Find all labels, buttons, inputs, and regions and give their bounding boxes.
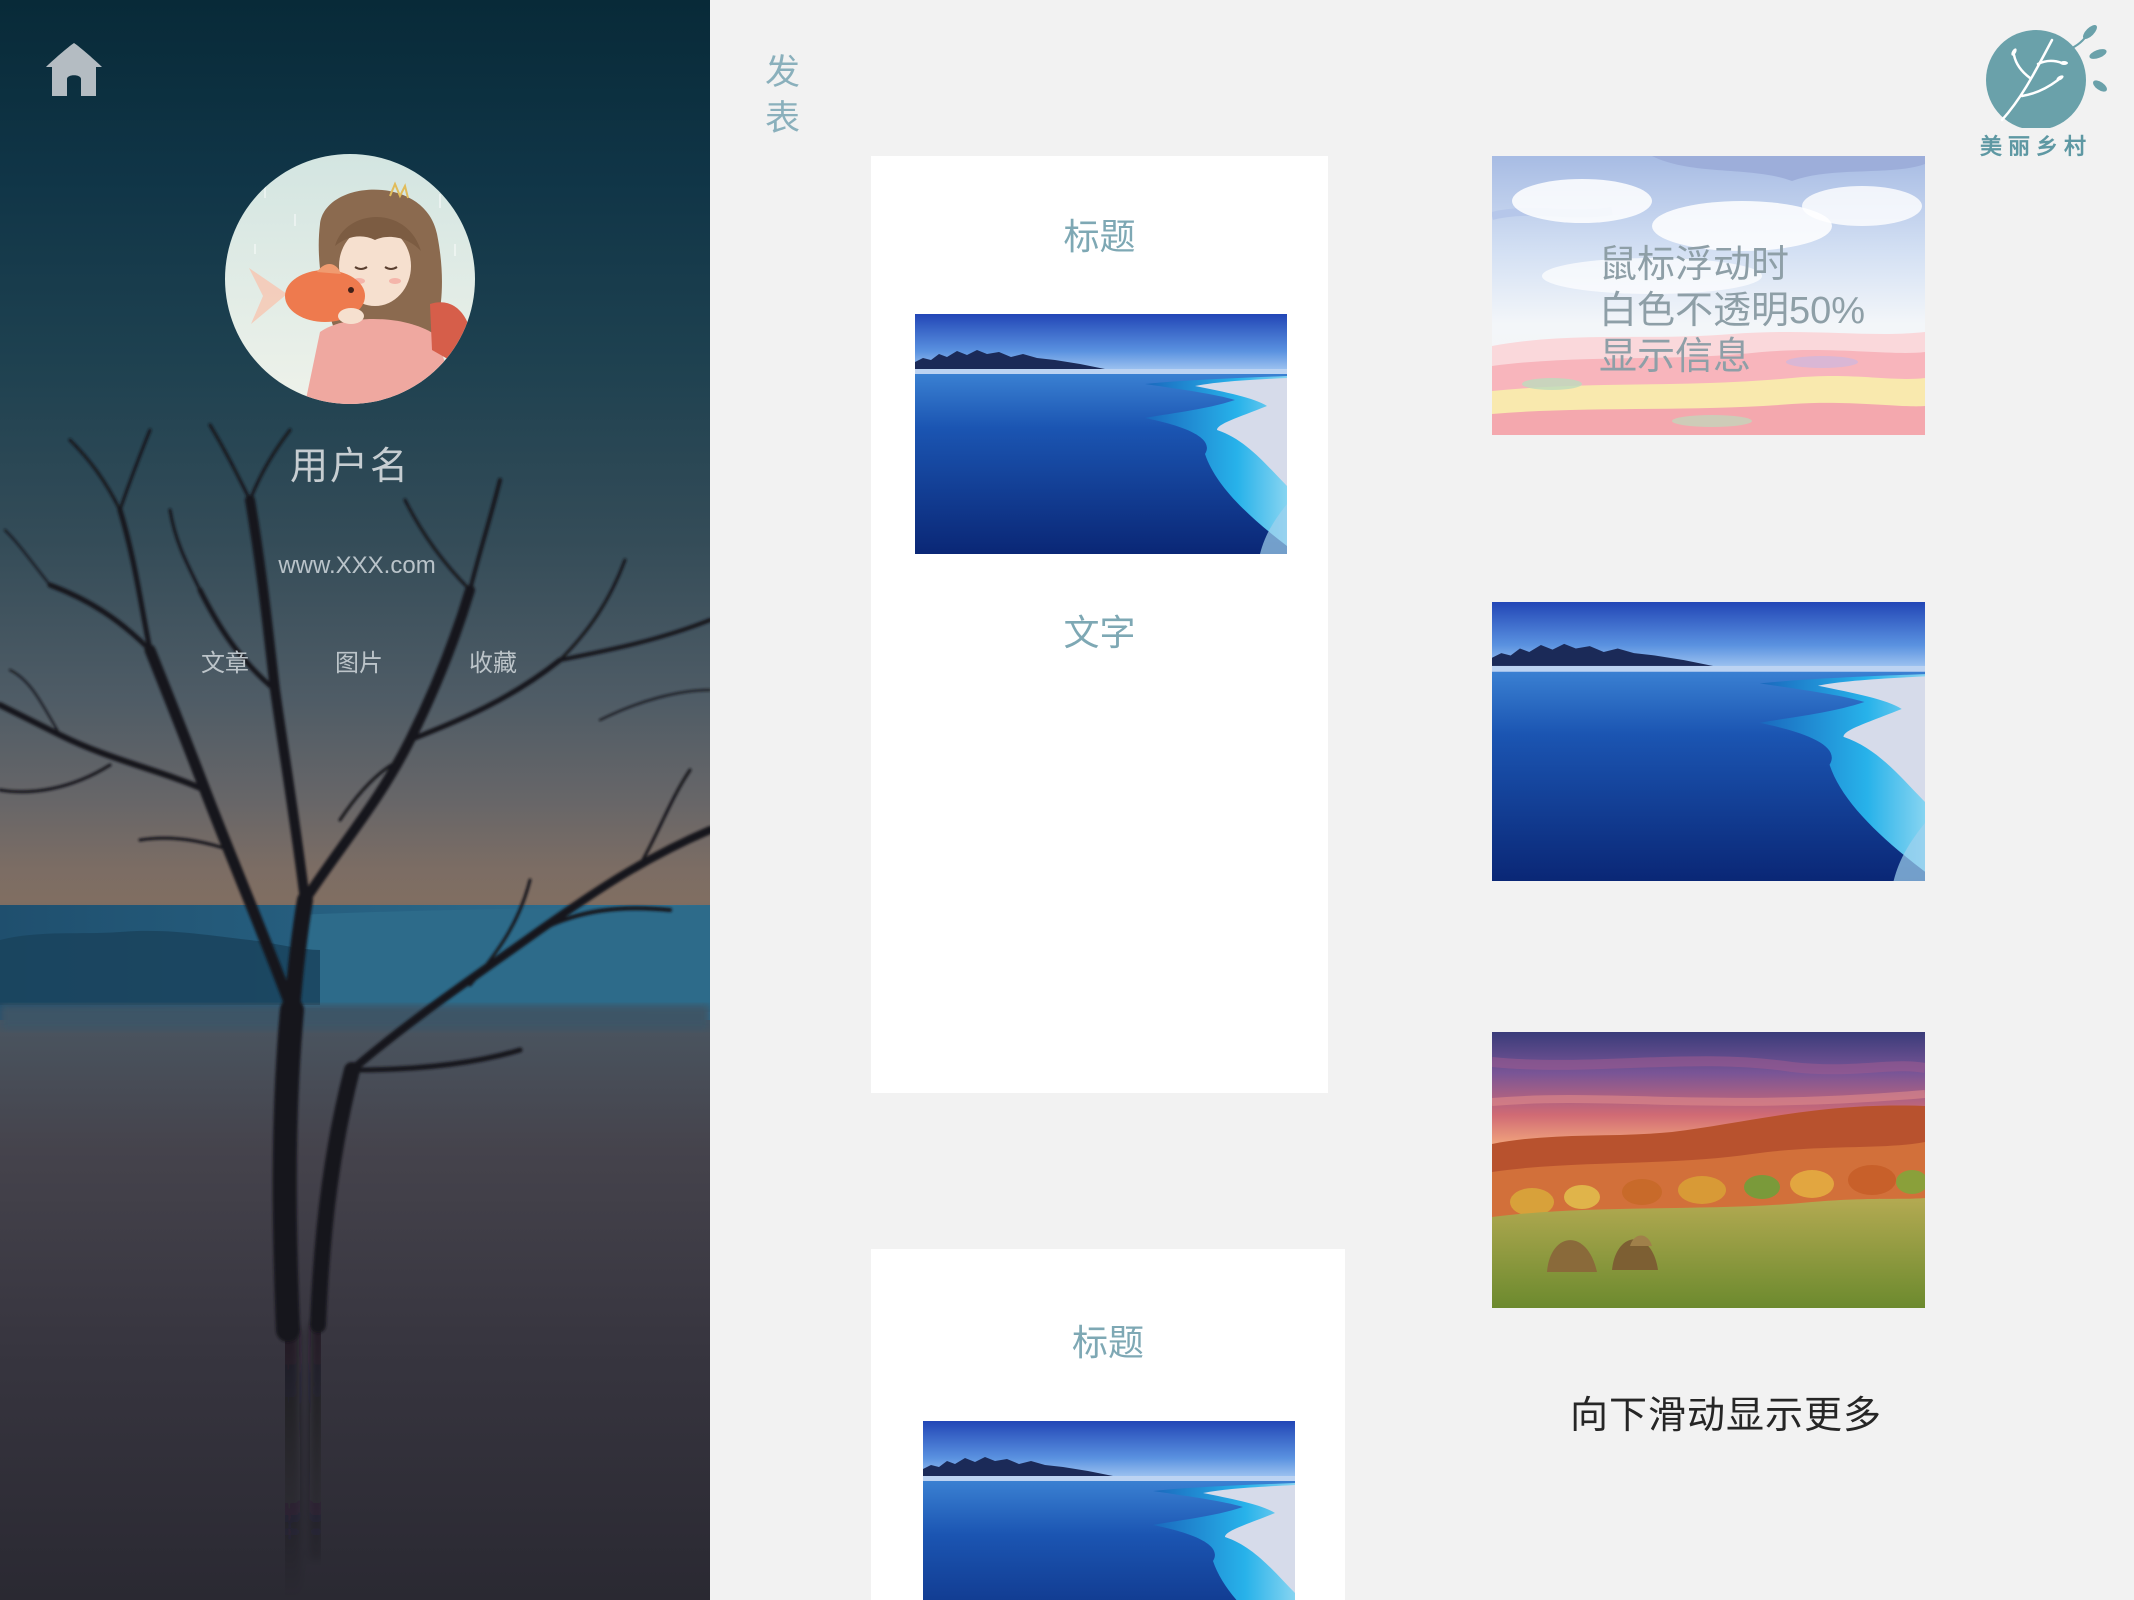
post-image <box>915 314 1287 554</box>
username: 用户名 <box>289 446 410 488</box>
logo-text: 美丽乡村 <box>1979 134 2092 159</box>
hover-info-line: 白色不透明50% <box>1599 290 1866 332</box>
post-title: 标题 <box>1071 1322 1144 1363</box>
gallery-image-sea[interactable] <box>1492 602 1925 881</box>
hover-overlay: 鼠标浮动时 白色不透明50% 显示信息 <box>1492 156 1925 435</box>
post-title: 标题 <box>1063 216 1136 257</box>
website-link[interactable]: www.XXX.com <box>207 551 507 581</box>
logo-icon <box>1980 18 2110 130</box>
post-button[interactable]: 发表 <box>760 53 799 145</box>
post-image <box>923 1421 1295 1600</box>
sidebar: 用户名 www.XXX.com 文章 图片 收藏 <box>0 0 710 1600</box>
home-icon[interactable] <box>44 41 104 98</box>
post-card[interactable]: 标题 文字 <box>871 156 1328 1093</box>
scroll-more-hint: 向下滑动显示更多 <box>1569 1395 1882 1437</box>
post-card[interactable]: 标题 <box>871 1249 1345 1600</box>
gallery-image-autumn[interactable] <box>1492 1032 1925 1308</box>
gallery-image-painting[interactable]: 鼠标浮动时 白色不透明50% 显示信息 <box>1492 156 1925 435</box>
lake <box>0 905 710 1030</box>
nav-item-images[interactable]: 图片 <box>309 649 409 679</box>
nav-item-articles[interactable]: 文章 <box>175 649 275 679</box>
hover-info-line: 鼠标浮动时 <box>1599 244 1790 286</box>
nav-item-favorites[interactable]: 收藏 <box>443 649 543 679</box>
tree-reflection <box>277 1324 325 1600</box>
post-text: 文字 <box>1063 612 1136 653</box>
hover-info-line: 显示信息 <box>1599 336 1752 378</box>
avatar[interactable] <box>225 154 475 404</box>
